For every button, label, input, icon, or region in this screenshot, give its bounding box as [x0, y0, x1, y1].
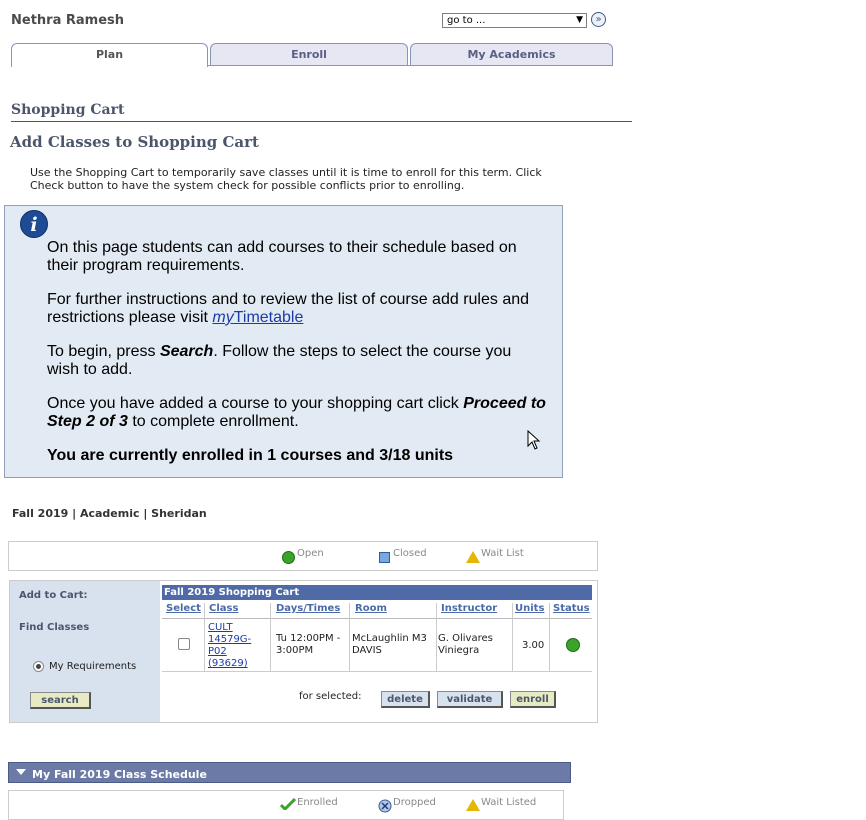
add-to-cart-label: Add to Cart:	[19, 590, 88, 601]
validate-button[interactable]: validate	[437, 691, 503, 708]
tab-divider	[208, 65, 613, 66]
cart-title: Fall 2019 Shopping Cart	[162, 585, 592, 600]
mouse-cursor-icon	[527, 430, 541, 450]
class-link[interactable]: CULT 14579G-P02 (93629)	[208, 622, 256, 670]
select-checkbox[interactable]	[178, 638, 190, 650]
tab-enroll[interactable]: Enroll	[210, 43, 408, 65]
info-paragraph: To begin, press Search. Follow the steps…	[47, 343, 547, 379]
delete-button[interactable]: delete	[381, 691, 430, 708]
find-classes-label: Find Classes	[19, 622, 90, 633]
column-divider	[204, 603, 205, 671]
col-instructor[interactable]: Instructor	[441, 603, 497, 614]
my-requirements-label: My Requirements	[49, 661, 137, 672]
info-text: Once you have added a course to your sho…	[47, 395, 464, 412]
legend-closed: Closed	[393, 548, 427, 559]
my-requirements-radio[interactable]	[33, 661, 44, 672]
col-class[interactable]: Class	[209, 603, 238, 614]
legend-waitlisted: Wait Listed	[481, 797, 537, 808]
legend-dropped: Dropped	[393, 797, 436, 808]
open-status-icon	[566, 638, 580, 652]
page-title: Add Classes to Shopping Cart	[10, 133, 259, 151]
info-emphasis: Search	[159, 343, 214, 360]
column-divider	[549, 603, 550, 671]
chevron-down-icon: ▼	[576, 15, 583, 25]
student-name: Nethra Ramesh	[11, 13, 125, 28]
search-button[interactable]: search	[30, 692, 91, 709]
for-selected-label: for selected:	[299, 691, 362, 702]
tab-my-academics[interactable]: My Academics	[410, 43, 613, 65]
collapse-icon[interactable]	[16, 769, 26, 775]
tab-plan[interactable]: Plan	[11, 43, 208, 67]
info-paragraph: Once you have added a course to your sho…	[47, 395, 547, 431]
goto-select[interactable]: go to ... ▼	[442, 13, 587, 28]
column-divider	[512, 603, 513, 671]
info-icon: i	[20, 210, 48, 238]
legend-waitlist: Wait List	[481, 548, 524, 559]
col-status[interactable]: Status	[553, 603, 590, 614]
open-status-icon	[282, 551, 295, 564]
enroll-button[interactable]: enroll	[510, 691, 556, 708]
info-paragraph: For further instructions and to review t…	[47, 291, 547, 327]
goto-select-value: go to ...	[447, 15, 486, 26]
legend-enrolled: Enrolled	[297, 797, 338, 808]
class-schedule-title: My Fall 2019 Class Schedule	[32, 768, 207, 781]
dropped-x-icon	[378, 799, 392, 813]
waitlisted-icon	[466, 799, 480, 811]
instructor-cell: G. Olivares Viniegra	[438, 633, 493, 656]
waitlist-status-icon	[466, 551, 480, 563]
col-room[interactable]: Room	[355, 603, 387, 614]
enrollment-summary: You are currently enrolled in 1 courses …	[47, 447, 454, 464]
col-units[interactable]: Units	[515, 603, 544, 614]
column-divider	[436, 603, 437, 671]
link-italic: my	[212, 309, 234, 326]
closed-status-icon	[379, 552, 390, 563]
enrolled-check-icon	[280, 798, 296, 810]
section-title: Shopping Cart	[11, 102, 125, 118]
term-label: Fall 2019 | Academic | Sheridan	[12, 507, 207, 520]
days-times-cell: Tu 12:00PM - 3:00PM	[276, 633, 341, 656]
intro-text: Use the Shopping Cart to temporarily sav…	[30, 166, 542, 192]
units-cell: 3.00	[522, 640, 545, 651]
info-text: To begin, press	[47, 343, 160, 360]
info-text: to complete enrollment.	[127, 413, 299, 430]
mytimetable-link[interactable]: myTimetable	[212, 309, 303, 326]
section-rule	[11, 121, 632, 122]
goto-button[interactable]: »	[591, 12, 606, 27]
room-cell: McLaughlin M3 DAVIS	[352, 633, 427, 656]
column-divider	[270, 603, 271, 671]
info-paragraph: On this page students can add courses to…	[47, 239, 517, 274]
column-divider	[349, 603, 350, 671]
link-text: Timetable	[233, 309, 304, 326]
legend-open: Open	[297, 548, 324, 559]
col-select[interactable]: Select	[166, 603, 201, 614]
col-days-times[interactable]: Days/Times	[276, 603, 340, 614]
